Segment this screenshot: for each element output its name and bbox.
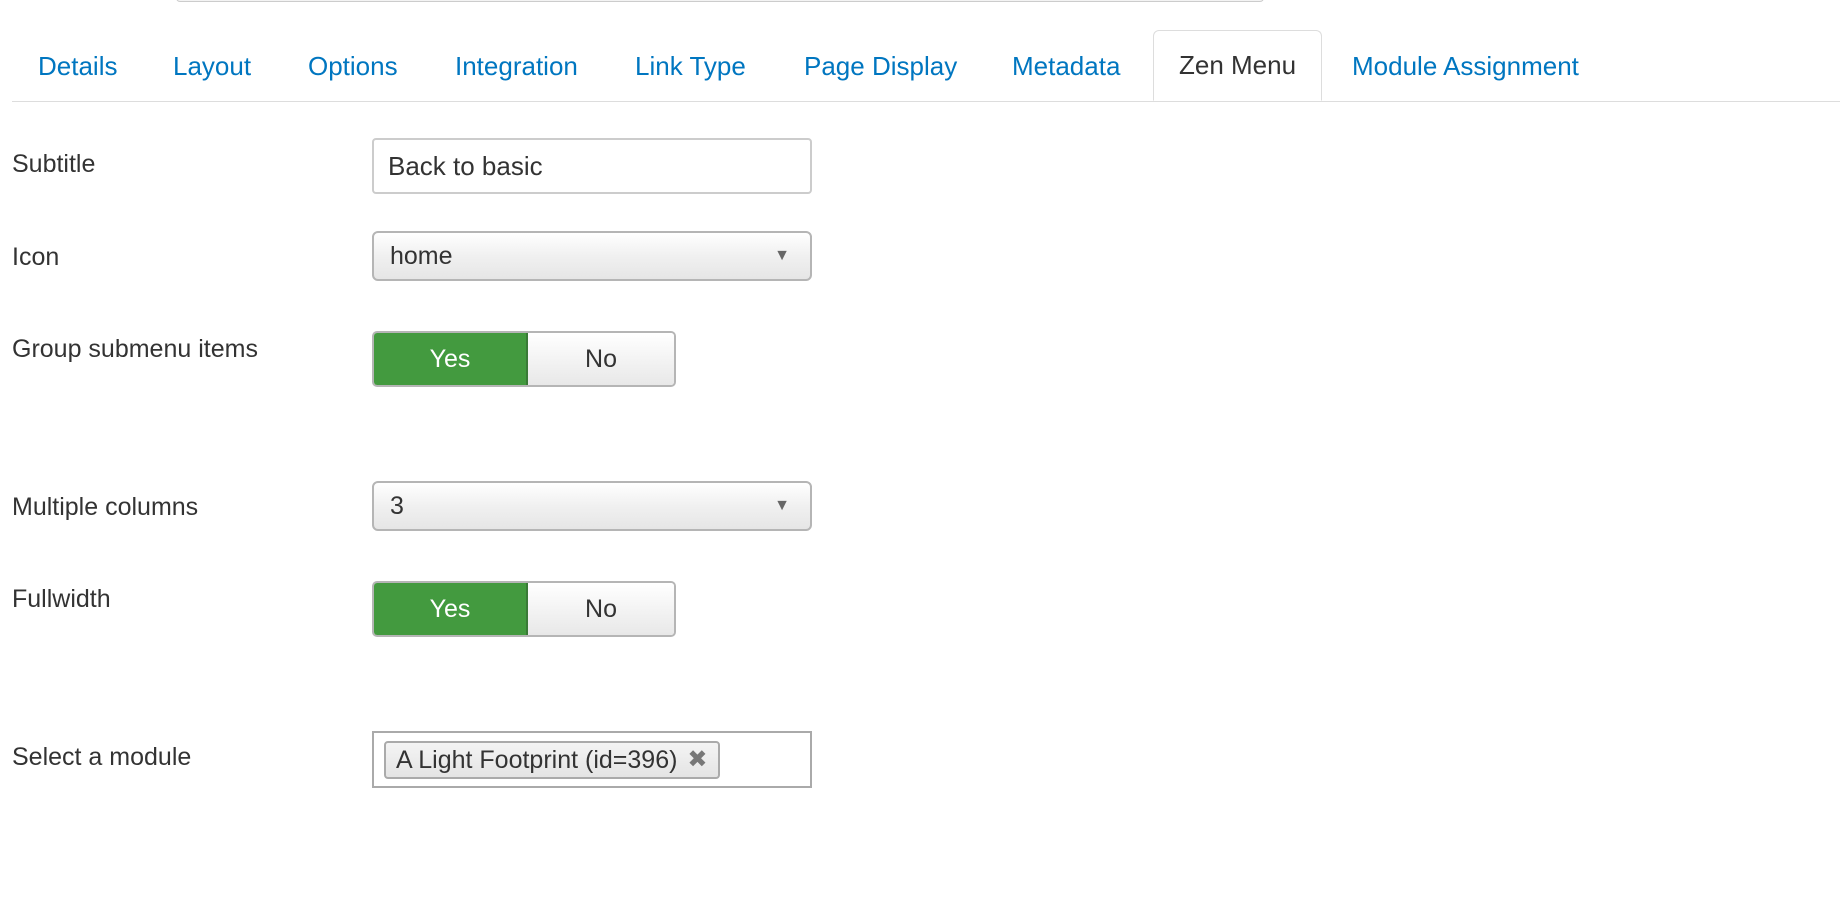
fullwidth-label: Fullwidth <box>12 585 111 613</box>
tab-metadata[interactable]: Metadata <box>1012 31 1120 101</box>
tab-page-display[interactable]: Page Display <box>804 31 957 101</box>
group-submenu-toggle[interactable]: Yes No <box>372 331 676 387</box>
remove-icon[interactable]: ✖ <box>687 743 707 777</box>
multiple-columns-label: Multiple columns <box>12 493 199 521</box>
subtitle-label: Subtitle <box>12 150 96 178</box>
module-multiselect[interactable]: A Light Footprint (id=396) ✖ <box>372 731 812 788</box>
group-submenu-no-button[interactable]: No <box>528 333 674 385</box>
tab-details[interactable]: Details <box>38 31 117 101</box>
tab-bar: Details Layout Options Integration Link … <box>12 0 1840 102</box>
fullwidth-no-button[interactable]: No <box>528 583 674 635</box>
tab-layout[interactable]: Layout <box>173 31 251 101</box>
selected-module-chip: A Light Footprint (id=396) ✖ <box>384 741 720 779</box>
selected-module-label: A Light Footprint (id=396) <box>396 746 678 774</box>
multiple-columns-value: 3 <box>390 492 404 520</box>
fullwidth-yes-button[interactable]: Yes <box>374 583 528 635</box>
fullwidth-toggle[interactable]: Yes No <box>372 581 676 637</box>
chevron-down-icon: ▼ <box>774 247 790 264</box>
tab-module-assignment[interactable]: Module Assignment <box>1352 31 1579 101</box>
multiple-columns-select[interactable]: 3 ▼ <box>372 481 812 531</box>
group-submenu-yes-button[interactable]: Yes <box>374 333 528 385</box>
tab-zen-menu[interactable]: Zen Menu <box>1153 30 1323 101</box>
tab-integration[interactable]: Integration <box>455 31 578 101</box>
select-module-label: Select a module <box>12 743 192 771</box>
chevron-down-icon: ▼ <box>774 497 790 514</box>
icon-select[interactable]: home ▼ <box>372 231 812 281</box>
tab-link-type[interactable]: Link Type <box>635 31 746 101</box>
tab-options[interactable]: Options <box>308 31 398 101</box>
group-submenu-label: Group submenu items <box>12 335 258 363</box>
subtitle-input[interactable] <box>372 138 812 194</box>
icon-label: Icon <box>12 243 60 271</box>
icon-select-value: home <box>390 242 453 270</box>
